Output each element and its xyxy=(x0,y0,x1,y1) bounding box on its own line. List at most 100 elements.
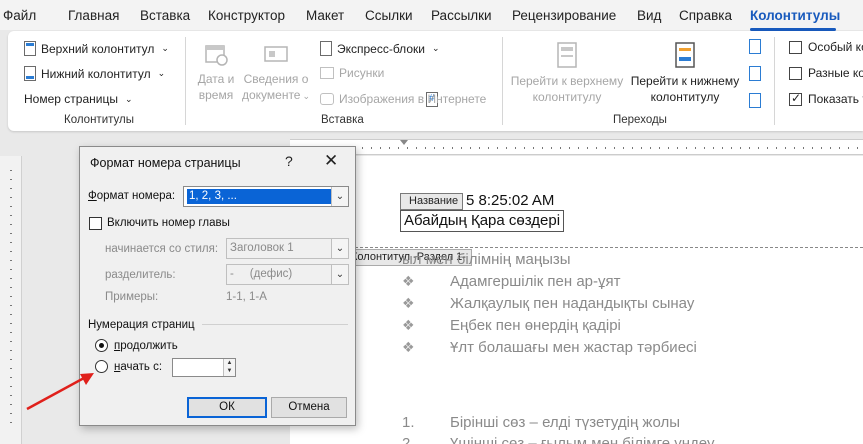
goto-header-icon xyxy=(557,42,577,68)
red-arrow-annotation xyxy=(26,373,94,411)
express-blocks-button[interactable]: Экспресс-блоки ⌄ xyxy=(320,41,440,56)
group-divider xyxy=(202,324,348,325)
group-label-headers: Колонтитулы xyxy=(64,114,134,126)
bullet-icon: ❖ xyxy=(402,339,415,355)
goto-header-button[interactable]: Перейти к верхнему колонтитулу xyxy=(505,41,629,105)
ribbon-separator xyxy=(774,37,775,125)
express-blocks-icon xyxy=(320,41,332,56)
calendar-icon xyxy=(205,45,228,66)
list-number: 1. xyxy=(402,414,415,431)
chevron-down-icon: ⌄ xyxy=(161,43,169,53)
list-item: Еңбек пен өнердің қадірі xyxy=(450,317,621,334)
chevron-down-icon: ⌄ xyxy=(302,91,311,101)
dialog-title: Формат номера страницы xyxy=(90,156,241,170)
ribbon-tabs: Файл Главная Вставка Конструктор Макет Ссылки… xyxy=(0,0,863,30)
online-pictures-button[interactable]: Изображения в Интернете xyxy=(320,92,486,106)
number-format-select[interactable]: 1, 2, 3, ... ⌄ xyxy=(183,186,349,207)
date-time-button[interactable]: Дата и время xyxy=(194,41,238,103)
header-dropdown-button[interactable]: Верхний колонтитул ⌄ xyxy=(24,41,169,56)
footer-icon xyxy=(24,66,36,81)
separator-select[interactable]: - (дефис) ⌄ xyxy=(226,264,349,285)
include-chapter-number-label: Включить номер главы xyxy=(107,217,230,229)
header-time-text: 5 8:25:02 AM xyxy=(466,192,555,209)
chevron-down-icon[interactable]: ⌄ xyxy=(331,265,348,284)
help-button[interactable]: ? xyxy=(285,153,293,169)
start-at-label: начать с: xyxy=(114,361,163,373)
title-content-control-tag[interactable]: Название xyxy=(400,193,464,210)
cancel-button[interactable]: Отмена xyxy=(271,397,347,418)
list-number: 2. xyxy=(402,435,415,444)
next-section-icon[interactable] xyxy=(749,66,761,81)
close-icon[interactable]: ✕ xyxy=(324,151,338,171)
group-label-insert: Вставка xyxy=(321,114,364,126)
continue-numbering-radio[interactable] xyxy=(95,339,108,352)
chevron-down-icon[interactable]: ⌄ xyxy=(331,239,348,258)
tab-5[interactable]: Ссылки xyxy=(365,8,413,23)
list-item: Жалқаулық пен надандықты сынау xyxy=(450,295,695,312)
document-info-button[interactable]: Сведения о документе ⌄ xyxy=(241,41,311,104)
different-first-page-label: Особый кол xyxy=(808,40,863,54)
tab-1[interactable]: Главная xyxy=(68,8,119,23)
list-item: Адамгершілік пен ар-ұят xyxy=(450,273,621,290)
document-info-icon xyxy=(264,46,288,62)
bullet-icon: ❖ xyxy=(402,295,415,311)
header-title-field[interactable]: Абайдың Қара сөздері xyxy=(400,210,565,232)
footer-dropdown-button[interactable]: Нижний колонтитул ⌄ xyxy=(24,66,165,81)
ribbon: Верхний колонтитул⌄ Нижний колонтитул⌄ Н… xyxy=(8,31,863,131)
online-picture-icon xyxy=(320,93,334,105)
show-document-text-checkbox[interactable] xyxy=(789,91,802,106)
tab-3[interactable]: Конструктор xyxy=(208,8,285,23)
tab-4[interactable]: Макет xyxy=(306,8,344,23)
bullet-icon: ❖ xyxy=(402,273,415,289)
tab-2[interactable]: Вставка xyxy=(140,8,190,23)
tab-0[interactable]: Файл xyxy=(3,8,36,23)
chapter-style-select[interactable]: Заголовок 1 ⌄ xyxy=(226,238,349,259)
chapter-style-label: начинается со стиля: xyxy=(105,243,219,255)
horizontal-ruler[interactable] xyxy=(290,139,863,155)
chevron-down-icon: ⌄ xyxy=(431,43,440,53)
goto-footer-icon xyxy=(675,42,695,68)
ribbon-separator xyxy=(502,37,503,125)
different-first-page-checkbox[interactable] xyxy=(789,41,802,54)
number-format-label: Формат номера: xyxy=(88,190,176,202)
examples-label: Примеры: xyxy=(105,291,159,303)
tab-6[interactable]: Рассылки xyxy=(431,8,492,23)
continue-numbering-label: продолжить xyxy=(114,340,178,352)
tab-8[interactable]: Вид xyxy=(637,8,661,23)
start-at-spinner[interactable]: ▲ ▼ xyxy=(172,358,236,377)
chevron-down-icon: ⌄ xyxy=(124,93,133,104)
chevron-down-icon: ⌄ xyxy=(157,68,166,78)
header-icon xyxy=(24,41,36,56)
goto-footer-button[interactable]: Перейти к нижнему колонтитулу xyxy=(629,41,741,105)
list-item: Үшінші сөз – ғылым мен білімге үндеу xyxy=(450,435,715,444)
vertical-ruler[interactable] xyxy=(0,156,22,444)
ok-button[interactable]: ОК xyxy=(187,397,267,418)
include-chapter-number-checkbox[interactable] xyxy=(89,217,102,230)
tab-9[interactable]: Справка xyxy=(679,8,732,23)
page-numbering-group-label: Нумерация страниц xyxy=(88,319,195,331)
different-odd-even-checkbox[interactable] xyxy=(789,67,802,80)
start-at-radio[interactable] xyxy=(95,360,108,373)
previous-section-icon[interactable] xyxy=(749,39,761,54)
bullet-icon: ❖ xyxy=(402,317,415,333)
ribbon-separator xyxy=(185,37,186,125)
show-document-text-label: Показать т xyxy=(808,92,863,106)
different-odd-even-label: Разные кол xyxy=(808,66,863,80)
link-to-previous-icon[interactable] xyxy=(749,93,761,108)
list-item: Бірінші сөз – елді түзетудің жолы xyxy=(450,414,680,431)
tab-7[interactable]: Рецензирование xyxy=(512,8,616,23)
spinner-arrows-icon[interactable]: ▲ ▼ xyxy=(223,359,235,376)
examples-value: 1-1, 1-A xyxy=(226,291,267,303)
header-boundary-line xyxy=(290,247,863,248)
separator-label: разделитель: xyxy=(105,269,176,281)
chevron-down-icon[interactable]: ⌄ xyxy=(331,187,348,206)
list-item: Ұлт болашағы мен жастар тәрбиесі xyxy=(450,339,697,356)
indent-marker[interactable] xyxy=(400,140,408,145)
number-format-value: 1, 2, 3, ... xyxy=(187,189,337,204)
page-number-format-dialog: Формат номера страницы ? ✕ Формат номера… xyxy=(79,146,356,426)
picture-icon xyxy=(320,67,334,79)
pictures-button[interactable]: Рисунки xyxy=(320,66,384,80)
group-label-navigation: Переходы xyxy=(613,114,667,126)
page-number-dropdown-button[interactable]: Номер страницы⌄ xyxy=(24,91,438,107)
tab-10[interactable]: Колонтитулы xyxy=(750,8,840,23)
